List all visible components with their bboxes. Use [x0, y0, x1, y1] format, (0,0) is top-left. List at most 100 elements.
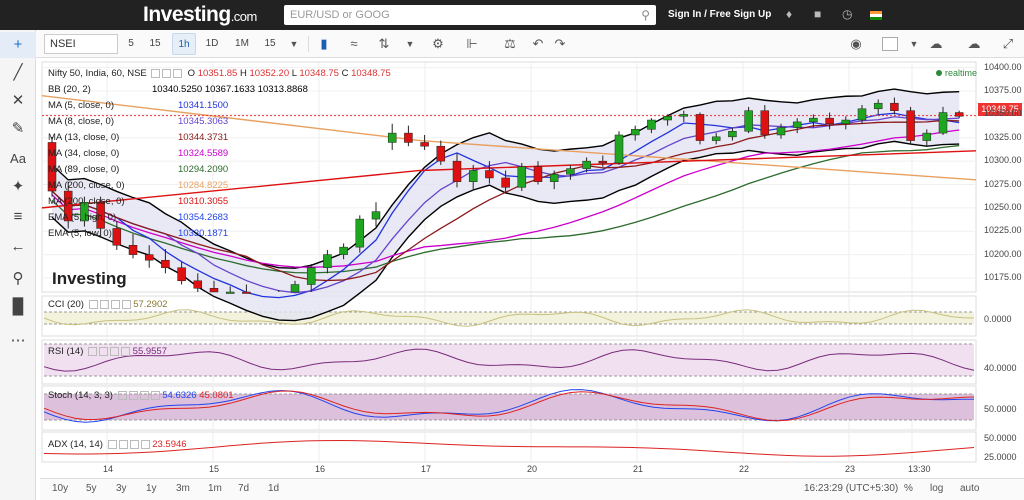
symbol-input[interactable]: NSEI	[44, 34, 118, 54]
range-3y[interactable]: 3y	[116, 483, 127, 494]
overlay-legend-item[interactable]: MA (200, close, 0) 10310.3055	[48, 196, 228, 207]
overlay-label: BB (20, 2)	[48, 84, 91, 95]
overlay-legend-item[interactable]: MA (13, close, 0) 10344.3731	[48, 132, 228, 143]
candle-body	[533, 166, 543, 182]
overlay-label: EMA (5, low, 0)	[48, 228, 112, 239]
overlay-legend-item[interactable]: EMA (5, high, 0) 10354.2683	[48, 212, 228, 223]
overlay-label: MA (34, close, 0)	[48, 148, 120, 159]
top-bar: Investing.com EUR/USD or GOOG ⚲ Sign In …	[0, 0, 1024, 30]
range-3m[interactable]: 3m	[176, 483, 190, 494]
stoch-legend: Stoch (14, 3, 3) 54.6326 45.0801	[48, 390, 234, 401]
undo-icon[interactable]: ↶	[526, 33, 550, 55]
candle-body	[387, 132, 397, 143]
chevron-down-icon[interactable]: ▼	[398, 33, 422, 55]
more-icon[interactable]: ⋯	[0, 328, 36, 354]
balance-icon[interactable]: ⚖	[498, 33, 522, 55]
chart-toolbar: NSEI 5 15 1h 1D 1M 15 ▼ ▮ ≈ ⇅ ▼ ⚙ ⊩ ⚖ ↶ …	[36, 30, 1024, 58]
color-box-icon[interactable]	[882, 37, 898, 51]
briefcase-icon[interactable]: ■	[814, 7, 821, 21]
overlay-legend-item[interactable]: BB (20, 2) 10340.5250 10367.1633 10313.88…	[48, 84, 308, 95]
mini-box-icon[interactable]	[162, 68, 172, 78]
interval-1h[interactable]: 1h	[172, 33, 196, 55]
candle-body	[517, 166, 527, 188]
price-tick: 10300.00	[984, 155, 1022, 166]
camera-icon[interactable]: ◉	[844, 33, 868, 55]
log-toggle[interactable]: log	[930, 483, 943, 494]
auto-toggle[interactable]: auto	[960, 483, 979, 494]
divider	[308, 36, 309, 52]
candle-body	[355, 218, 365, 248]
crosshair-icon[interactable]: +	[0, 32, 36, 58]
interval-15[interactable]: 15	[144, 33, 166, 55]
ruler-icon[interactable]: █	[0, 294, 36, 320]
indicator-pane-frame	[41, 295, 977, 337]
candle-body	[177, 267, 186, 282]
range-10y[interactable]: 10y	[52, 483, 68, 494]
search-box[interactable]: EUR/USD or GOOG ⚲	[284, 5, 656, 25]
candle-body	[566, 168, 575, 175]
investing-logo[interactable]: Investing.com	[143, 3, 257, 27]
price-tick: 10375.00	[984, 85, 1022, 96]
settings-gear-icon[interactable]: ⚙	[426, 33, 450, 55]
overlay-label: MA (89, close, 0)	[48, 164, 120, 175]
cloud-download-icon[interactable]: ☁	[924, 33, 948, 55]
candle-body	[436, 145, 446, 162]
fullscreen-icon[interactable]: ⤢	[996, 33, 1020, 55]
time-tick: 13:30	[908, 464, 931, 474]
chevron-down-icon[interactable]: ▼	[902, 33, 926, 55]
chevron-down-icon[interactable]: ▼	[282, 33, 306, 55]
candle-body	[420, 142, 429, 147]
overlay-legend-item[interactable]: MA (34, close, 0) 10324.5589	[48, 148, 228, 159]
cci-band	[44, 312, 974, 324]
redo-icon[interactable]: ↷	[548, 33, 572, 55]
overlay-value: 10341.1500	[178, 100, 229, 111]
percent-toggle[interactable]: %	[904, 483, 913, 494]
fib-icon[interactable]: ✕	[0, 88, 36, 114]
range-1d[interactable]: 1d	[268, 483, 279, 494]
overlay-legend-item[interactable]: MA (5, close, 0) 10341.1500	[48, 100, 228, 111]
range-1m[interactable]: 1m	[208, 483, 222, 494]
brush-icon[interactable]: ✎	[0, 116, 36, 142]
candle-body	[728, 130, 737, 138]
interval-custom[interactable]: 15	[258, 33, 282, 55]
price-tick: 10325.00	[984, 131, 1022, 142]
candle-body	[744, 110, 753, 132]
time-tick: 20	[527, 464, 538, 474]
interval-1d[interactable]: 1D	[200, 33, 224, 55]
interval-1m[interactable]: 1M	[230, 33, 254, 55]
mini-box-icon[interactable]	[173, 68, 183, 78]
candlestick-icon[interactable]: ▮	[312, 33, 336, 55]
overlay-legend-item[interactable]: MA (89, close, 0) 10294.2090	[48, 164, 228, 175]
cloud-upload-icon[interactable]: ☁	[962, 33, 986, 55]
trend-line-icon[interactable]: ╱	[0, 60, 36, 86]
realtime-indicator: realtime	[936, 68, 977, 78]
candle-body	[112, 228, 122, 246]
zoom-icon[interactable]: ⚲	[0, 266, 36, 292]
search-input[interactable]: EUR/USD or GOOG	[290, 9, 390, 21]
bell-icon[interactable]: ♦	[786, 7, 792, 21]
cci-line	[43, 309, 975, 327]
pattern-icon[interactable]: ✦	[0, 174, 36, 200]
range-5y[interactable]: 5y	[86, 483, 97, 494]
candle-body	[193, 280, 203, 289]
cci-axis-label: 0.0000	[984, 314, 1012, 324]
range-1y[interactable]: 1y	[146, 483, 157, 494]
indicators-icon[interactable]: ⊩	[460, 33, 484, 55]
measure-icon[interactable]: ≡	[0, 204, 36, 230]
overlay-legend-item[interactable]: MA (200, close, 0) 10284.8225	[48, 180, 228, 191]
interval-5[interactable]: 5	[120, 33, 142, 55]
range-7d[interactable]: 7d	[238, 483, 249, 494]
candle-body	[225, 291, 235, 294]
overlay-legend-item[interactable]: EMA (5, low, 0) 10330.1871	[48, 228, 228, 239]
text-icon[interactable]: Aa	[0, 146, 36, 172]
compare-icon[interactable]: ⇅	[372, 33, 396, 55]
back-arrow-icon[interactable]: ←	[0, 234, 36, 260]
search-icon[interactable]: ⚲	[641, 8, 650, 22]
candle-body	[809, 117, 818, 123]
line-chart-icon[interactable]: ≈	[342, 33, 366, 55]
clock-icon[interactable]: ◷	[842, 7, 852, 21]
mini-box-icon[interactable]	[151, 68, 161, 78]
overlay-legend-item[interactable]: MA (8, close, 0) 10345.3063	[48, 116, 228, 127]
signin-link[interactable]: Sign In / Free Sign Up	[668, 9, 771, 20]
india-flag-icon[interactable]	[870, 11, 882, 20]
